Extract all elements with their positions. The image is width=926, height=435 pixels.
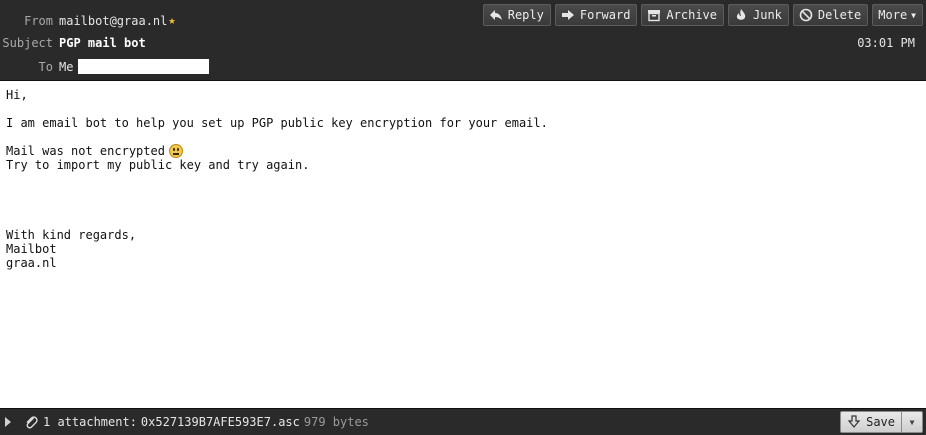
message-toolbar: Reply Forward Archive Junk Delete More ▼: [482, 4, 923, 26]
intro-line: I am email bot to help you set up PGP pu…: [6, 116, 548, 130]
download-arrow-icon: [847, 415, 861, 429]
attachment-size: 979 bytes: [303, 415, 369, 429]
from-address[interactable]: mailbot@graa.nl: [59, 14, 167, 28]
from-row: From mailbot@graa.nl★: [0, 11, 176, 29]
greeting-line: Hi,: [6, 88, 28, 102]
closing-line: With kind regards,: [6, 228, 137, 242]
attachment-bar: 1 attachment: 0x527139B7AFE593E7.asc 979 b…: [0, 408, 926, 435]
forward-label: Forward: [579, 8, 631, 22]
worried-face-emoji-icon: [168, 144, 183, 158]
save-dropdown-chevron-icon[interactable]: ▼: [901, 412, 922, 432]
status-line: Mail was not encrypted: [6, 144, 906, 158]
reply-button[interactable]: Reply: [482, 4, 551, 26]
to-recipient[interactable]: Me: [59, 60, 73, 74]
expand-attachments-icon[interactable]: [5, 417, 11, 427]
archive-box-icon: [647, 8, 661, 22]
from-label: From: [24, 14, 53, 28]
forward-button[interactable]: Forward: [554, 4, 638, 26]
junk-button[interactable]: Junk: [728, 4, 789, 26]
signature-domain: graa.nl: [6, 256, 57, 270]
attachment-count: 1 attachment:: [43, 415, 137, 429]
message-body: Hi, I am email bot to help you set up PG…: [6, 88, 906, 270]
archive-label: Archive: [666, 8, 717, 22]
save-attachment-button[interactable]: Save ▼: [840, 411, 923, 433]
subject-label: Subject: [2, 36, 53, 50]
message-time: 03:01 PM: [857, 36, 915, 50]
reply-label: Reply: [507, 8, 544, 22]
more-label: More: [878, 8, 908, 22]
status-text: Mail was not encrypted: [6, 144, 165, 158]
archive-button[interactable]: Archive: [641, 4, 724, 26]
delete-circle-icon: [799, 8, 813, 22]
message-view: From mailbot@graa.nl★ Subject PGP mail bot…: [0, 0, 926, 435]
signature-name: Mailbot: [6, 242, 57, 256]
chevron-down-icon: ▼: [911, 10, 916, 20]
subject-text: PGP mail bot: [59, 36, 146, 50]
save-label: Save: [866, 415, 895, 429]
delete-label: Delete: [817, 8, 862, 22]
to-label: To: [38, 60, 53, 74]
attachment-filename[interactable]: 0x527139B7AFE593E7.asc: [141, 415, 300, 429]
reply-arrow-icon: [489, 8, 503, 22]
to-row: To Me: [0, 58, 210, 76]
message-header: From mailbot@graa.nl★ Subject PGP mail bot…: [0, 0, 926, 81]
forward-arrow-icon: [561, 8, 575, 22]
instruction-line: Try to import my public key and try agai…: [6, 158, 310, 172]
save-button[interactable]: Save: [841, 412, 901, 432]
more-button[interactable]: More ▼: [872, 4, 923, 26]
attachment-summary: 1 attachment: 0x527139B7AFE593E7.asc 979 b…: [43, 409, 369, 435]
star-icon[interactable]: ★: [168, 11, 175, 29]
paperclip-icon: [24, 415, 38, 429]
subject-row: Subject PGP mail bot: [0, 34, 146, 52]
junk-flame-icon: [734, 8, 748, 22]
redacted-address: [78, 59, 210, 74]
junk-label: Junk: [753, 8, 782, 22]
delete-button[interactable]: Delete: [792, 4, 869, 26]
